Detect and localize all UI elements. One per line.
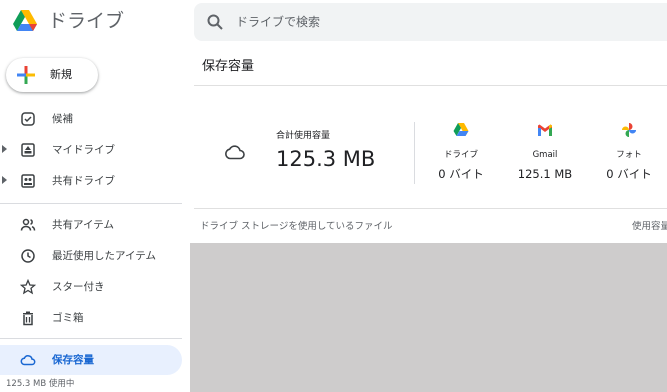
- sidebar-item-label: 保存容量: [52, 354, 94, 366]
- plus-icon: [17, 66, 35, 84]
- drive-icon: [453, 123, 469, 136]
- search-bar[interactable]: ドライブで検索: [194, 3, 667, 41]
- service-name: ドライブ: [443, 150, 478, 160]
- service-drive: ドライブ 0 バイト: [426, 122, 496, 184]
- service-photos: フォト 0 バイト: [594, 122, 664, 184]
- top-bar: ドライブ ドライブで検索: [0, 0, 667, 46]
- service-value: 0 バイト: [438, 167, 484, 181]
- photos-icon: [622, 123, 636, 137]
- trash-icon: [23, 311, 33, 326]
- files-header: ドライブ ストレージを使用しているファイル: [200, 221, 393, 232]
- sidebar-item-recent[interactable]: 最近使用したアイテム: [0, 241, 182, 271]
- sidebar-item-label: 共有アイテム: [52, 219, 114, 231]
- summary-divider: [414, 122, 415, 184]
- file-list-placeholder: [190, 243, 667, 392]
- sidebar-item-starred[interactable]: スター付き: [0, 272, 182, 302]
- new-button[interactable]: 新規: [6, 58, 98, 92]
- shared-drive-icon: [21, 174, 35, 188]
- storage-usage-text: 125.3 MB 使用中: [6, 379, 75, 389]
- star-icon: [20, 279, 36, 295]
- service-name: Gmail: [532, 150, 558, 160]
- sidebar-item-label: 共有ドライブ: [52, 175, 115, 187]
- people-icon: [20, 218, 36, 231]
- main-content: 保存容量 合計使用容量 125.3 MB ドライブ 0 バイト Gmail 12…: [190, 46, 667, 392]
- sidebar-item-label: マイドライブ: [52, 144, 115, 156]
- my-drive-icon: [21, 143, 35, 157]
- usage-column-header[interactable]: 使用容量: [632, 220, 667, 234]
- cloud-icon: [20, 355, 36, 366]
- drive-logo-icon[interactable]: [12, 8, 38, 34]
- sidebar-item-shared-with-me[interactable]: 共有アイテム: [0, 210, 182, 240]
- sidebar-item-my-drive[interactable]: マイドライブ: [0, 135, 182, 165]
- total-usage-value: 125.3 MB: [276, 147, 376, 171]
- sidebar: 新規 候補 マイドライブ 共有ドライブ 共有アイテム 最近使用したアイテム スタ…: [0, 46, 190, 392]
- clock-icon: [21, 249, 35, 263]
- service-name: フォト: [616, 150, 642, 160]
- expand-arrow-icon[interactable]: [2, 176, 7, 184]
- search-icon[interactable]: [206, 13, 224, 31]
- sidebar-item-suggested[interactable]: 候補: [0, 104, 182, 134]
- page-title: 保存容量: [202, 59, 255, 74]
- total-usage-label: 合計使用容量: [276, 131, 331, 141]
- sidebar-item-label: スター付き: [52, 281, 105, 293]
- check-box-icon: [21, 112, 35, 126]
- cloud-icon: [225, 145, 245, 160]
- sidebar-item-label: 最近使用したアイテム: [52, 250, 156, 262]
- sidebar-divider: [0, 203, 182, 204]
- sidebar-item-label: ゴミ箱: [52, 312, 84, 324]
- service-value: 0 バイト: [606, 167, 652, 181]
- new-button-label: 新規: [50, 68, 72, 81]
- sidebar-divider: [0, 338, 182, 339]
- expand-arrow-icon[interactable]: [2, 145, 7, 153]
- search-input[interactable]: ドライブで検索: [236, 13, 320, 31]
- service-gmail: Gmail 125.1 MB: [510, 122, 580, 184]
- sidebar-item-label: 候補: [52, 113, 73, 125]
- sidebar-item-shared-drives[interactable]: 共有ドライブ: [0, 166, 182, 196]
- app-name[interactable]: ドライブ: [48, 8, 124, 34]
- sidebar-item-trash[interactable]: ゴミ箱: [0, 303, 182, 333]
- service-value: 125.1 MB: [517, 167, 573, 181]
- gmail-icon: [538, 124, 552, 136]
- section-divider: [194, 208, 667, 209]
- header-divider: [194, 85, 667, 86]
- sidebar-item-storage[interactable]: 保存容量: [0, 345, 182, 375]
